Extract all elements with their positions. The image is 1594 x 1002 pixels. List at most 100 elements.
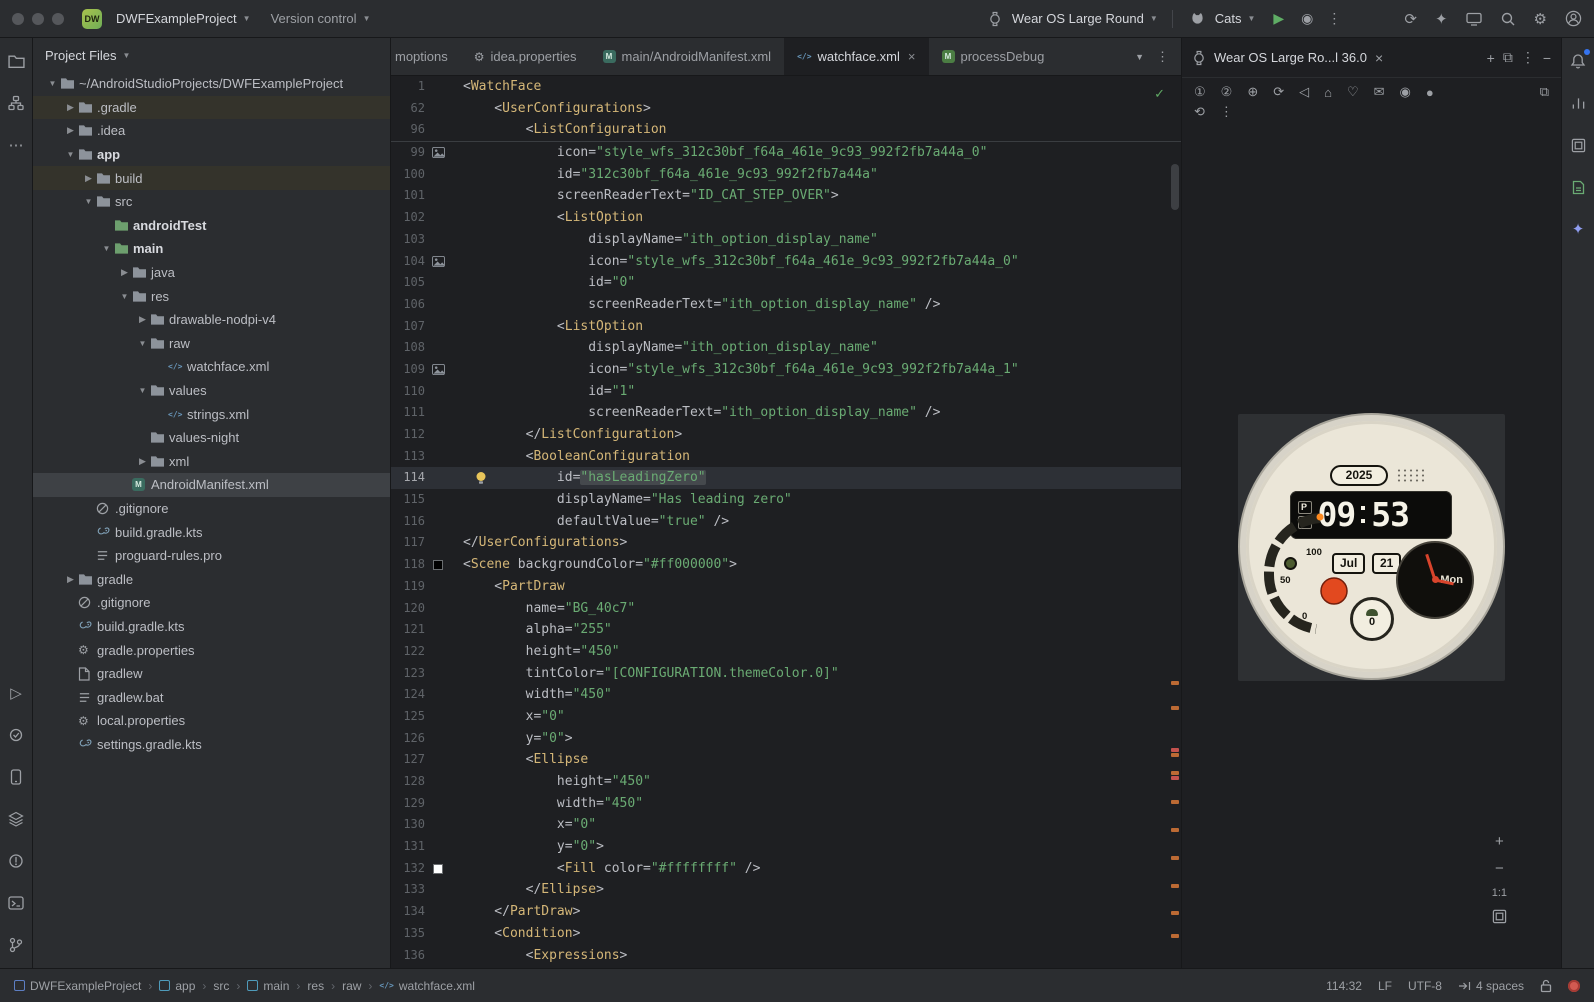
scrollbar-mark[interactable] bbox=[1171, 681, 1179, 685]
gutter[interactable] bbox=[425, 706, 451, 728]
tree-item-proguard-rules-pro[interactable]: proguard-rules.pro bbox=[33, 544, 390, 568]
gutter[interactable] bbox=[425, 814, 451, 836]
code-line[interactable]: 105 id="0" bbox=[391, 272, 1181, 294]
line-separator-indicator[interactable]: LF bbox=[1378, 979, 1392, 993]
chevron-right-icon[interactable]: ▶ bbox=[81, 173, 96, 184]
tree-item-local-properties[interactable]: ⚙ local.properties bbox=[33, 709, 390, 733]
line-number[interactable]: 123 bbox=[391, 663, 425, 685]
tree-item-androidtest[interactable]: androidTest bbox=[33, 214, 390, 238]
gutter[interactable] bbox=[425, 749, 451, 771]
chevron-down-icon[interactable]: ▼ bbox=[135, 386, 150, 395]
tree-item-values-night[interactable]: values-night bbox=[33, 426, 390, 450]
chevron-down-icon[interactable]: ▼ bbox=[45, 79, 60, 88]
snapshot-icon[interactable]: ⧉ bbox=[1540, 84, 1549, 100]
scrollbar-mark[interactable] bbox=[1171, 934, 1179, 938]
line-number[interactable]: 111 bbox=[391, 402, 425, 424]
tree-item-xml[interactable]: ▶ xml bbox=[33, 450, 390, 474]
code-line[interactable]: 114 id="hasLeadingZero" bbox=[391, 467, 1181, 490]
code-line[interactable]: 99 icon="style_wfs_312c30bf_f64a_461e_9c… bbox=[391, 142, 1181, 164]
breadcrumb-dwfexampleproject[interactable]: DWFExampleProject bbox=[14, 979, 141, 993]
line-number[interactable]: 104 bbox=[391, 251, 425, 273]
line-number[interactable]: 103 bbox=[391, 229, 425, 251]
zoom-ratio-label[interactable]: 1:1 bbox=[1492, 887, 1507, 899]
scrollbar-mark[interactable] bbox=[1171, 753, 1179, 757]
code-line[interactable]: 136 <Expressions> bbox=[391, 945, 1181, 967]
tab-moptions[interactable]: moptions bbox=[391, 38, 461, 75]
tree-item-gradlew-bat[interactable]: gradlew.bat bbox=[33, 685, 390, 709]
line-number[interactable]: 115 bbox=[391, 489, 425, 511]
line-number[interactable]: 107 bbox=[391, 316, 425, 338]
tab-processdebug[interactable]: MprocessDebug bbox=[929, 38, 1058, 75]
line-number[interactable]: 131 bbox=[391, 836, 425, 858]
code-line[interactable]: 106 screenReaderText="ith_option_display… bbox=[391, 294, 1181, 316]
gutter[interactable] bbox=[425, 576, 451, 598]
app-insights-icon[interactable] bbox=[1567, 176, 1589, 198]
run-configuration-selector[interactable]: Cats ▼ bbox=[1181, 4, 1262, 34]
record-icon[interactable]: ● bbox=[1426, 85, 1434, 100]
code-line[interactable]: 109 icon="style_wfs_312c30bf_f64a_461e_9… bbox=[391, 359, 1181, 381]
zoom-out-button[interactable]: − bbox=[1495, 860, 1504, 877]
more-run-options-icon[interactable]: ⋮ bbox=[1322, 8, 1346, 29]
tab-options-icon[interactable]: ⋮ bbox=[1156, 49, 1169, 65]
line-number[interactable]: 96 bbox=[391, 119, 425, 141]
problems-tool-icon[interactable] bbox=[5, 850, 27, 872]
gutter[interactable] bbox=[425, 511, 451, 533]
run-button[interactable]: ▶ bbox=[1265, 8, 1292, 29]
scrollbar-mark[interactable] bbox=[1171, 771, 1179, 775]
code-line[interactable]: 104 icon="style_wfs_312c30bf_f64a_461e_9… bbox=[391, 251, 1181, 273]
line-number[interactable]: 133 bbox=[391, 879, 425, 901]
gutter[interactable] bbox=[425, 684, 451, 706]
gutter[interactable] bbox=[425, 98, 451, 120]
gutter[interactable] bbox=[425, 728, 451, 750]
code-line[interactable]: 132 <Fill color="#ffffffff" /> bbox=[391, 858, 1181, 880]
gutter[interactable] bbox=[425, 945, 451, 967]
tree-item-values[interactable]: ▼ values bbox=[33, 379, 390, 403]
button-2-icon[interactable]: ② bbox=[1221, 84, 1233, 100]
breadcrumb-app[interactable]: app bbox=[159, 979, 195, 993]
tree-item-build-gradle-kts[interactable]: build.gradle.kts bbox=[33, 520, 390, 544]
profiler-icon[interactable] bbox=[1567, 92, 1589, 114]
line-number[interactable]: 130 bbox=[391, 814, 425, 836]
line-number[interactable]: 100 bbox=[391, 164, 425, 186]
line-number[interactable]: 127 bbox=[391, 749, 425, 771]
code-line[interactable]: 133 </Ellipse> bbox=[391, 879, 1181, 901]
scrollbar-mark[interactable] bbox=[1171, 828, 1179, 832]
gutter[interactable] bbox=[425, 272, 451, 294]
gutter[interactable] bbox=[425, 381, 451, 403]
scrollbar-mark[interactable] bbox=[1171, 748, 1179, 752]
chevron-down-icon[interactable]: ▼ bbox=[135, 339, 150, 348]
scrollbar-mark[interactable] bbox=[1171, 776, 1179, 780]
line-number[interactable]: 119 bbox=[391, 576, 425, 598]
gutter[interactable] bbox=[425, 641, 451, 663]
close-window-button[interactable] bbox=[12, 12, 24, 25]
project-panel-header[interactable]: Project Files ▼ bbox=[33, 38, 390, 72]
reset-icon[interactable]: ⟲ bbox=[1194, 104, 1205, 120]
chevron-right-icon[interactable]: ▶ bbox=[63, 102, 78, 113]
caret-position[interactable]: 114:32 bbox=[1326, 979, 1362, 993]
device-panel-more-icon[interactable]: ⋮ bbox=[1521, 49, 1535, 66]
breadcrumb-res[interactable]: res bbox=[307, 979, 324, 993]
settings-icon[interactable]: ⚙ bbox=[1534, 10, 1547, 28]
code-line[interactable]: 108 displayName="ith_option_display_name… bbox=[391, 337, 1181, 359]
line-number[interactable]: 124 bbox=[391, 684, 425, 706]
version-control-menu[interactable]: Version control ▼ bbox=[265, 7, 377, 30]
tree-item-res[interactable]: ▼ res bbox=[33, 284, 390, 308]
code-line[interactable]: 131 y="0"> bbox=[391, 836, 1181, 858]
gutter[interactable] bbox=[425, 598, 451, 620]
gutter[interactable] bbox=[425, 901, 451, 923]
profile-app-icon[interactable]: ◉ bbox=[1296, 8, 1318, 29]
gutter[interactable] bbox=[425, 923, 451, 945]
tree-item-src[interactable]: ▼ src bbox=[33, 190, 390, 214]
line-number[interactable]: 128 bbox=[391, 771, 425, 793]
close-device-tab-icon[interactable]: × bbox=[1375, 50, 1383, 66]
tree-item-gradle[interactable]: ▶ gradle bbox=[33, 567, 390, 591]
code-line[interactable]: 130 x="0" bbox=[391, 814, 1181, 836]
gutter[interactable] bbox=[425, 76, 451, 98]
code-line[interactable]: 112 </ListConfiguration> bbox=[391, 424, 1181, 446]
line-number[interactable]: 101 bbox=[391, 185, 425, 207]
breadcrumb-watchface-xml[interactable]: </> watchface.xml bbox=[379, 979, 474, 993]
gutter[interactable] bbox=[425, 532, 451, 554]
code-line[interactable]: 110 id="1" bbox=[391, 381, 1181, 403]
code-line[interactable]: 134 </PartDraw> bbox=[391, 901, 1181, 923]
line-number[interactable]: 116 bbox=[391, 511, 425, 533]
